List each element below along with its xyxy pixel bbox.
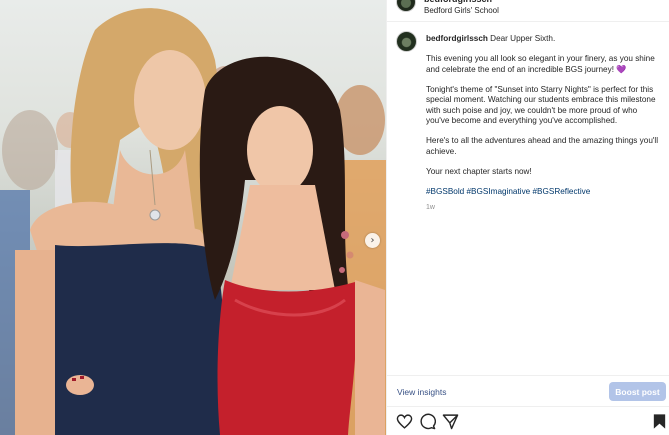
chevron-right-icon: › xyxy=(370,235,375,246)
caption-username[interactable]: bedfordgirlssch xyxy=(426,34,488,43)
insights-bar: View insights Boost post xyxy=(387,375,669,407)
caption-paragraph-4: Your next chapter starts now! xyxy=(426,166,532,176)
action-bar xyxy=(387,409,669,435)
photo-illustration xyxy=(0,8,386,435)
header-location[interactable]: Bedford Girls' School xyxy=(424,6,499,15)
purple-heart-emoji: 💜 xyxy=(616,64,627,74)
header-username[interactable]: bedfordgirlssch xyxy=(424,0,492,4)
avatar[interactable] xyxy=(396,0,416,12)
post-caption: bedfordgirlssch Dear Upper Sixth. This e… xyxy=(426,34,662,223)
comment-button[interactable] xyxy=(419,413,436,430)
comment-bubble-icon xyxy=(420,413,436,430)
like-button[interactable] xyxy=(396,413,413,430)
post-side-panel: bedfordgirlssch Bedford Girls' School be… xyxy=(386,0,669,435)
share-button[interactable] xyxy=(442,413,459,430)
bookmark-icon xyxy=(653,414,666,429)
caption-paragraph-2: Tonight's theme of "Sunset into Starry N… xyxy=(426,84,656,126)
boost-post-button[interactable]: Boost post xyxy=(609,382,666,401)
caption-hashtags[interactable]: #BGSBold #BGSImaginative #BGSReflective xyxy=(426,187,662,198)
caption-opening: Dear Upper Sixth. xyxy=(490,34,556,43)
post-header: bedfordgirlssch Bedford Girls' School xyxy=(387,0,669,22)
view-insights-link[interactable]: View insights xyxy=(397,387,446,397)
save-button[interactable] xyxy=(651,413,668,430)
paper-plane-icon xyxy=(442,414,459,430)
post-photo[interactable]: › xyxy=(0,0,386,435)
caption-paragraph-3: Here's to all the adventures ahead and t… xyxy=(426,136,659,156)
carousel-next-button[interactable]: › xyxy=(365,233,380,248)
caption-avatar[interactable] xyxy=(396,31,417,52)
heart-outline-icon xyxy=(396,414,413,429)
post-age: 1w xyxy=(426,203,435,211)
